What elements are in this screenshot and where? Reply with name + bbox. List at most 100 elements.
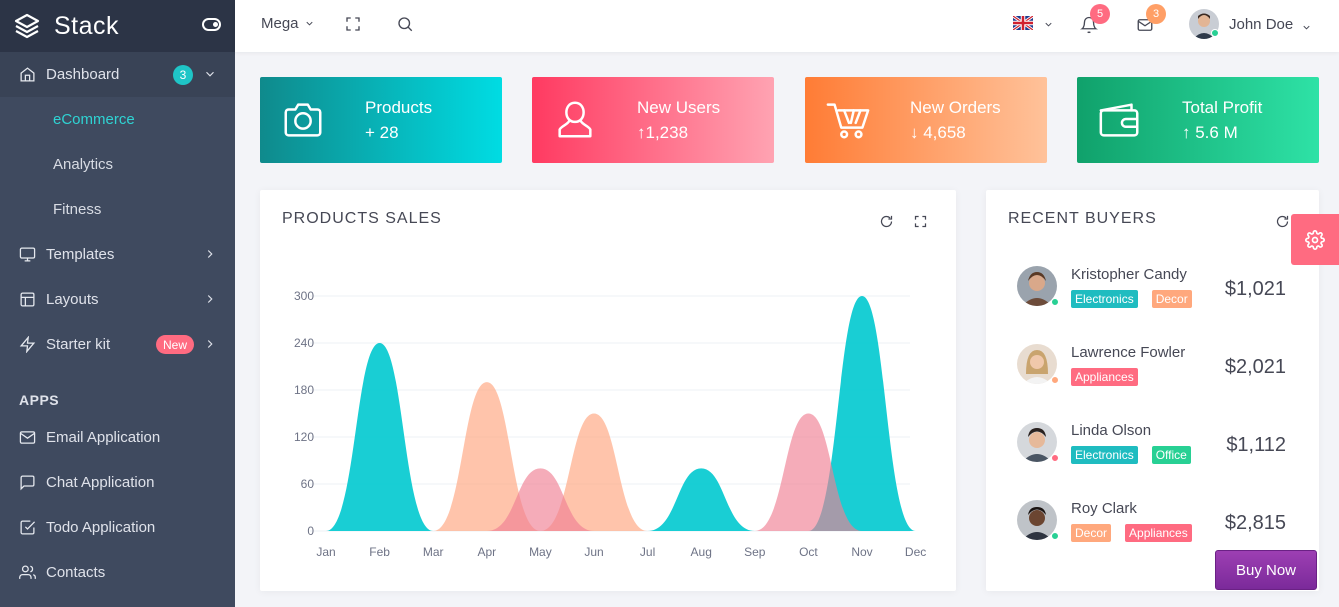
sidebar-item-label: Layouts <box>46 291 99 308</box>
buyer-row[interactable]: Kristopher Candy Electronics Decor $1,02… <box>1006 266 1296 326</box>
uk-flag-icon[interactable] <box>1013 16 1033 30</box>
stat-value: ↓ 4,658 <box>910 123 966 142</box>
sidebar-item-contacts[interactable]: Contacts <box>0 550 235 595</box>
stat-card-new-users: New Users ↑1,238 <box>532 77 774 163</box>
y-tick-label: 240 <box>294 336 314 350</box>
x-tick-label: May <box>529 545 552 559</box>
sidebar-item-label: Dashboard <box>46 66 120 83</box>
brand-bar: Stack <box>0 0 235 52</box>
sidebar-item-ecommerce[interactable]: eCommerce <box>0 97 235 142</box>
search-icon[interactable] <box>396 15 414 33</box>
buy-now-button[interactable]: Buy Now <box>1215 550 1317 590</box>
sidebar-item-fitness[interactable]: Fitness <box>0 187 235 232</box>
apps-section-title: APPS <box>19 392 60 408</box>
sidebar-item-label: Chat Application <box>46 474 155 491</box>
messages-count-badge: 3 <box>1146 4 1166 24</box>
mega-menu-label: Mega <box>261 15 299 32</box>
gear-icon <box>1305 229 1325 250</box>
stat-title: Products <box>365 98 433 117</box>
camera-icon <box>280 97 326 143</box>
top-navbar: Mega 5 3 John Doe <box>235 0 1339 52</box>
stack-logo-icon[interactable] <box>14 13 40 39</box>
products-sales-card: PRODUCTS SALES 0 60 120 180 240 300 Jan Feb Mar A… <box>260 190 956 591</box>
chevron-down-icon[interactable] <box>1301 20 1312 31</box>
dashboard-count-badge: 3 <box>173 64 193 85</box>
buyer-name: Linda Olson <box>1071 422 1152 439</box>
chevron-right-icon <box>203 337 217 351</box>
sidebar: Stack Dashboard 3 eCommerce Analytics Fi… <box>0 0 235 607</box>
buyer-tag: Office <box>1151 446 1191 464</box>
stat-value: ↑1,238 <box>637 123 689 142</box>
stat-value: + 28 <box>365 123 399 142</box>
stat-title: Total Profit <box>1182 98 1263 117</box>
buyer-name: Kristopher Candy <box>1071 266 1187 283</box>
refresh-icon[interactable] <box>1275 214 1290 229</box>
buyer-status-dot <box>1051 532 1059 540</box>
x-tick-label: Sep <box>744 545 766 559</box>
x-tick-label: Dec <box>905 545 926 559</box>
mega-menu-toggle[interactable]: Mega <box>261 15 315 32</box>
monitor-icon <box>18 246 36 264</box>
y-tick-label: 120 <box>294 430 314 444</box>
sidebar-item-chat[interactable]: Chat Application <box>0 460 235 505</box>
buyer-tag: Electronics <box>1071 446 1138 464</box>
sidebar-item-label: Templates <box>46 246 115 263</box>
x-tick-label: Aug <box>691 545 712 559</box>
users-icon <box>18 564 36 582</box>
area-peak-series-2-aug[interactable] <box>647 468 755 531</box>
mail-icon <box>18 429 36 447</box>
new-badge: New <box>155 335 194 354</box>
products-sales-chart: 0 60 120 180 240 300 Jan Feb Mar Apr May Jun Jul Aug S… <box>294 289 926 559</box>
chevron-right-icon <box>203 292 217 306</box>
stat-value: ↑ 5.6 M <box>1182 123 1238 142</box>
brand-name[interactable]: Stack <box>54 12 119 41</box>
chat-icon <box>18 474 36 492</box>
y-tick-label: 300 <box>294 289 314 303</box>
stat-title: New Orders <box>910 98 1001 117</box>
buyer-row[interactable]: Lawrence Fowler Appliances $2,021 <box>1006 344 1296 404</box>
buyer-tag: Appliances <box>1071 368 1138 386</box>
sidebar-item-layouts[interactable]: Layouts <box>0 277 235 322</box>
sidebar-item-label: Email Application <box>46 429 161 446</box>
buyer-row[interactable]: Linda Olson Electronics Office $1,112 <box>1006 422 1296 482</box>
home-icon <box>18 66 36 84</box>
buyer-name: Roy Clark <box>1071 500 1137 517</box>
sidebar-item-email[interactable]: Email Application <box>0 415 235 460</box>
stat-card-total-profit: Total Profit ↑ 5.6 M <box>1077 77 1319 163</box>
buyer-tag: Appliances <box>1125 524 1192 542</box>
stat-card-products: Products + 28 <box>260 77 502 163</box>
sidebar-item-dashboard[interactable]: Dashboard 3 <box>0 52 235 97</box>
buyer-tag: Decor <box>1071 524 1112 542</box>
sidebar-item-label: Todo Application <box>46 519 156 536</box>
x-tick-label: Jan <box>316 545 335 559</box>
x-tick-label: Nov <box>851 545 872 559</box>
buyer-tag: Electronics <box>1071 290 1138 308</box>
buyer-tag: Decor <box>1151 290 1192 308</box>
x-tick-label: Mar <box>423 545 444 559</box>
buyer-amount: $2,815 <box>1224 512 1286 534</box>
stat-card-new-orders: New Orders ↓ 4,658 <box>805 77 1047 163</box>
fullscreen-icon[interactable] <box>344 15 362 33</box>
sidebar-item-todo[interactable]: Todo Application <box>0 505 235 550</box>
layout-icon <box>18 291 36 309</box>
x-tick-label: Feb <box>369 545 390 559</box>
sidebar-item-templates[interactable]: Templates <box>0 232 235 277</box>
sidebar-item-analytics[interactable]: Analytics <box>0 142 235 187</box>
sidebar-toggle-icon[interactable] <box>202 18 221 31</box>
x-tick-label: Jul <box>640 545 655 559</box>
chevron-down-icon <box>305 21 313 26</box>
sidebar-item-label: Starter kit <box>46 336 111 353</box>
user-name[interactable]: John Doe <box>1229 16 1293 33</box>
check-square-icon <box>18 519 36 537</box>
x-tick-label: Oct <box>799 545 818 559</box>
stat-title: New Users <box>637 98 721 117</box>
wallet-icon <box>1097 97 1143 143</box>
customizer-toggle[interactable] <box>1291 214 1339 265</box>
y-tick-label: 60 <box>301 477 315 491</box>
buyer-name: Lawrence Fowler <box>1071 344 1186 361</box>
buyer-status-dot <box>1051 376 1059 384</box>
sidebar-item-starter-kit[interactable]: Starter kit New <box>0 322 235 367</box>
card-title: RECENT BUYERS <box>1008 210 1157 227</box>
chevron-down-icon[interactable] <box>1043 17 1054 28</box>
recent-buyers-card: RECENT BUYERS Kristopher Candy Electroni… <box>986 190 1319 591</box>
